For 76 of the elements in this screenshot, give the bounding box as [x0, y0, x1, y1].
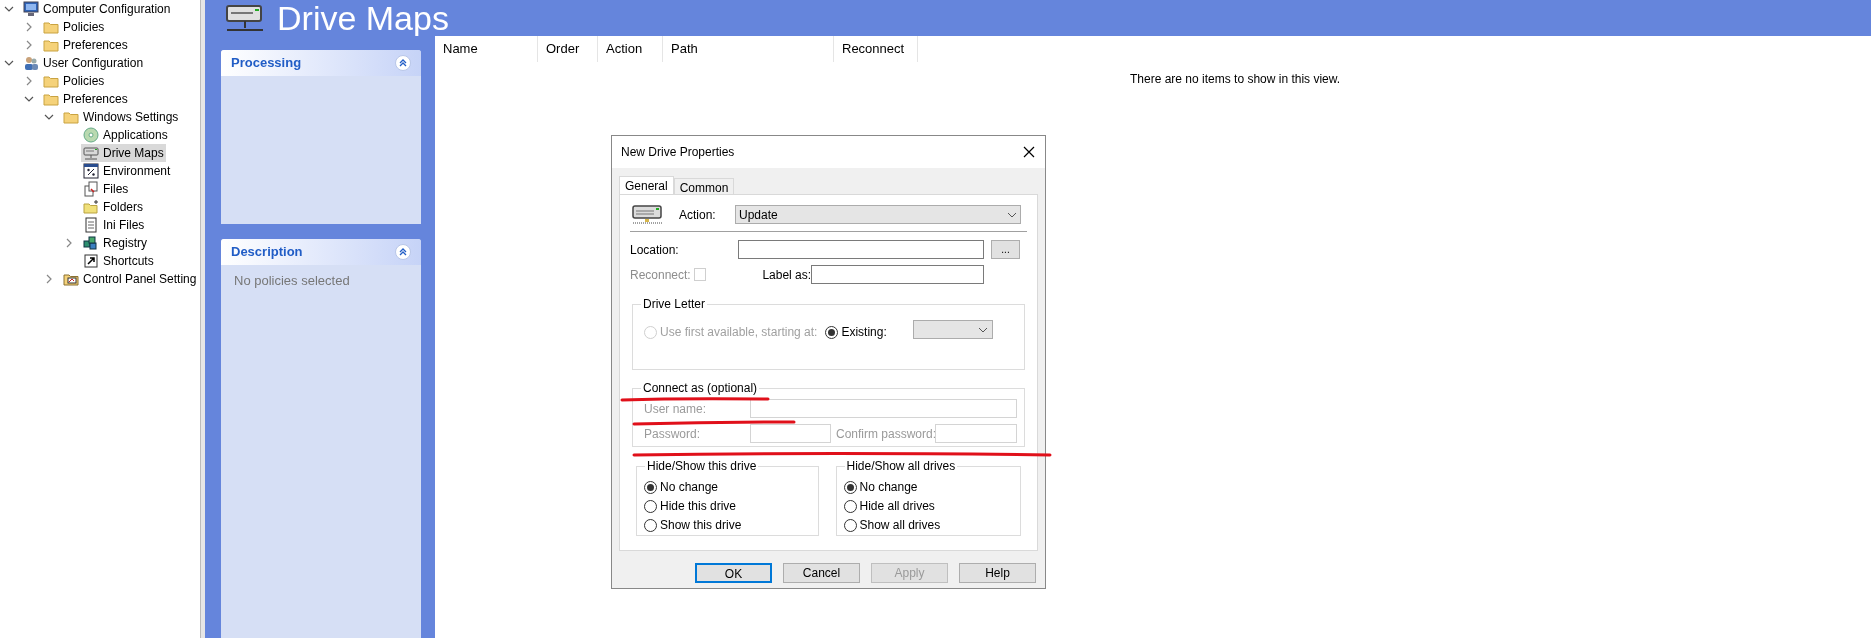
panel-title: Description: [231, 243, 303, 262]
collapse-button-icon[interactable]: [395, 244, 411, 260]
folder-icon: [43, 91, 59, 107]
panel-text: No policies selected: [233, 272, 351, 290]
tree-item[interactable]: Preferences: [41, 36, 130, 54]
group-title: Connect as (optional): [641, 381, 760, 395]
folder-icon: [43, 73, 59, 89]
radio-option[interactable]: Existing:: [825, 323, 887, 341]
column-header[interactable]: Reconnect: [834, 36, 918, 62]
tree-item[interactable]: Computer Configuration: [21, 0, 173, 18]
field-label: Password:: [644, 425, 702, 443]
field-label: Location:: [630, 241, 680, 259]
control-panel-icon: [63, 271, 79, 287]
browse-button[interactable]: ...: [991, 240, 1020, 259]
dialog-title: New Drive Properties: [621, 144, 735, 161]
empty-message: There are no items to show in this view.: [1130, 71, 1341, 88]
location-field[interactable]: [738, 240, 984, 259]
dropdown-value: Update: [739, 206, 778, 224]
group-title: Hide/Show this drive: [645, 459, 759, 473]
tree-item[interactable]: Drive Maps: [81, 144, 166, 162]
tree-item[interactable]: Policies: [41, 72, 107, 90]
dialog-tab[interactable]: General: [619, 176, 674, 195]
tree-item[interactable]: Registry: [81, 234, 149, 252]
column-header[interactable]: Order: [538, 36, 598, 62]
label-field[interactable]: [811, 265, 984, 284]
radio-option[interactable]: No change: [843, 478, 1020, 496]
folder-icon: [63, 109, 79, 125]
tree-item[interactable]: User Configuration: [21, 54, 146, 72]
tree-item[interactable]: Policies: [41, 18, 107, 36]
field-label: Reconnect:: [630, 266, 692, 284]
group-title: Drive Letter: [641, 297, 708, 311]
shortcut-icon: [83, 253, 99, 269]
users-icon: [23, 55, 39, 71]
column-header[interactable]: Action: [598, 36, 663, 62]
field-label: Action:: [679, 206, 717, 224]
column-header[interactable]: Name: [435, 36, 538, 62]
tree-item[interactable]: Files: [81, 180, 131, 198]
radio-option[interactable]: No change: [644, 478, 818, 496]
drive-icon: [225, 3, 265, 33]
folder-icon: [83, 199, 99, 215]
cubes-icon: [83, 235, 99, 251]
dialog-button[interactable]: Cancel: [783, 563, 860, 583]
field-label: Label as:: [762, 266, 812, 284]
dialog-tab[interactable]: Common: [673, 178, 735, 194]
radio-option[interactable]: Show all drives: [843, 516, 1020, 534]
column-header[interactable]: Path: [663, 36, 834, 62]
collapse-button-icon[interactable]: [395, 55, 411, 71]
drive-letter-dropdown[interactable]: [912, 320, 993, 339]
dialog-button[interactable]: OK: [695, 563, 772, 583]
tree-item[interactable]: Windows Settings: [61, 108, 181, 126]
group-title: Hide/Show all drives: [844, 459, 958, 473]
tree-item[interactable]: Environment: [81, 162, 173, 180]
radio-option[interactable]: Show this drive: [644, 516, 818, 534]
tree-item[interactable]: Folders: [81, 198, 145, 216]
radio-option[interactable]: Hide all drives: [843, 497, 1020, 515]
dialog-button[interactable]: Help: [959, 563, 1036, 583]
drive-icon: [83, 145, 99, 161]
tree-item[interactable]: Shortcuts: [81, 252, 156, 270]
action-dropdown[interactable]: Update: [735, 205, 1021, 224]
tree-item[interactable]: Preferences: [41, 90, 130, 108]
document-icon: [83, 217, 99, 233]
disc-icon: [83, 127, 99, 143]
tree-item[interactable]: Control Panel Setting: [61, 270, 199, 288]
tree-item[interactable]: Applications: [81, 126, 170, 144]
drive-icon: [632, 203, 664, 226]
window-icon: [83, 163, 99, 179]
folder-icon: [43, 19, 59, 35]
field-label: Confirm password:: [836, 425, 935, 443]
field-label: User name:: [644, 400, 708, 418]
radio-option[interactable]: Hide this drive: [644, 497, 818, 515]
computer-icon: [23, 1, 39, 17]
close-icon[interactable]: [1023, 146, 1035, 158]
tree-item[interactable]: Ini Files: [81, 216, 147, 234]
files-icon: [83, 181, 99, 197]
panel-title: Processing: [231, 54, 302, 73]
folder-icon: [43, 37, 59, 53]
